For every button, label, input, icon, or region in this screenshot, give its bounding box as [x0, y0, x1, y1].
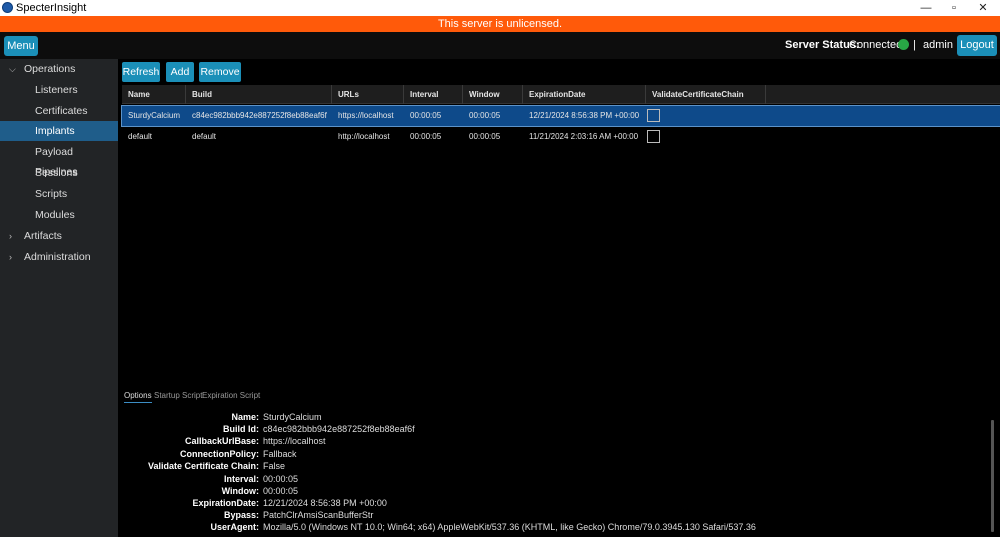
detail-value: 12/21/2024 8:56:38 PM +00:00: [263, 498, 387, 508]
chevron-right-icon: ›: [9, 231, 12, 241]
detail-value: 00:00:05: [263, 474, 299, 484]
column-header-build[interactable]: Build: [186, 85, 332, 104]
cell-interval: 00:00:05: [410, 111, 442, 120]
license-banner: This server is unlicensed.: [0, 16, 1000, 32]
detail-value: SturdyCalcium: [263, 412, 322, 422]
detail-value: Mozilla/5.0 (Windows NT 10.0; Win64; x64…: [263, 522, 756, 532]
tab-expiration-script[interactable]: Expiration Script: [202, 391, 260, 400]
cell-window: 00:00:05: [469, 132, 501, 141]
detail-key: CallbackUrlBase:: [184, 436, 259, 446]
sidebar-item-label: Sessions: [35, 167, 78, 179]
detail-key: Build Id:: [223, 424, 259, 434]
detail-value: c84ec982bbb942e887252f8eb88eaf6f: [263, 424, 415, 434]
detail-value: 00:00:05: [263, 486, 299, 496]
sidebar: ⌵ Operations Listeners Certificates Impl…: [0, 59, 118, 537]
validate-certificate-chain-checkbox[interactable]: [647, 130, 660, 143]
column-header-interval[interactable]: Interval: [404, 85, 463, 104]
sidebar-item-scripts[interactable]: Scripts: [0, 184, 118, 204]
detail-key: Validate Certificate Chain:: [147, 461, 259, 471]
cell-interval: 00:00:05: [410, 132, 442, 141]
table-row[interactable]: SturdyCalcium c84ec982bbb942e887252f8eb8…: [121, 105, 1000, 127]
sidebar-item-label: Scripts: [35, 188, 68, 200]
server-status-value: Connected: [849, 39, 903, 51]
implants-grid-header: Name Build URLs Interval Window Expirati…: [122, 85, 1000, 104]
detail-value: False: [263, 461, 286, 471]
refresh-button[interactable]: Refresh: [122, 62, 160, 82]
detail-key: UserAgent:: [210, 522, 259, 532]
table-row[interactable]: default default http://localhost 00:00:0…: [122, 127, 1000, 147]
sidebar-item-certificates[interactable]: Certificates: [0, 101, 118, 121]
cell-name: default: [128, 132, 153, 141]
cell-name: SturdyCalcium: [128, 111, 181, 120]
sidebar-item-label: Certificates: [35, 105, 88, 117]
close-button[interactable]: ✕: [976, 1, 990, 15]
chevron-down-icon: ⌵: [9, 64, 16, 74]
detail-key: ExpirationDate:: [192, 498, 259, 508]
top-bar: Menu Server Status: Connected | admin Lo…: [0, 32, 1000, 59]
status-indicator-icon: [898, 39, 909, 50]
add-button[interactable]: Add: [166, 62, 194, 82]
tab-options[interactable]: Options: [124, 391, 152, 403]
cell-urls: http://localhost: [338, 132, 390, 141]
sidebar-item-modules[interactable]: Modules: [0, 205, 118, 225]
sidebar-group-label: Operations: [24, 63, 76, 75]
remove-button[interactable]: Remove: [199, 62, 241, 82]
column-header-name[interactable]: Name: [122, 85, 186, 104]
column-header-expiration-date[interactable]: ExpirationDate: [523, 85, 646, 104]
sidebar-item-label: Modules: [35, 209, 75, 221]
sidebar-group-administration[interactable]: › Administration: [0, 247, 118, 267]
cell-window: 00:00:05: [469, 111, 501, 120]
detail-key: Bypass:: [223, 510, 259, 520]
window-title: SpecterInsight: [16, 2, 87, 14]
detail-key: Name:: [231, 412, 259, 422]
tab-startup-script[interactable]: Startup Script: [154, 391, 202, 400]
sidebar-item-implants[interactable]: Implants: [0, 121, 118, 141]
details-scrollbar[interactable]: [991, 420, 994, 532]
chevron-right-icon: ›: [9, 252, 12, 262]
cell-build: default: [192, 132, 217, 141]
logout-button[interactable]: Logout: [957, 35, 997, 56]
app-logo-icon: [2, 2, 13, 13]
cell-build: c84ec982bbb942e887252f8eb88eaf6f: [192, 111, 327, 120]
column-header-window[interactable]: Window: [463, 85, 523, 104]
detail-key: Interval:: [223, 474, 259, 484]
status-separator: |: [913, 39, 916, 51]
restore-button[interactable]: ▫: [947, 1, 961, 15]
column-header-urls[interactable]: URLs: [332, 85, 404, 104]
detail-key: Window:: [221, 486, 259, 496]
sidebar-item-payload-pipelines[interactable]: Payload Pipelines: [0, 142, 118, 178]
sidebar-item-label: Listeners: [35, 84, 78, 96]
sidebar-item-label: Implants: [35, 125, 75, 137]
menu-button[interactable]: Menu: [4, 36, 38, 56]
sidebar-item-listeners[interactable]: Listeners: [0, 80, 118, 100]
window-titlebar: SpecterInsight — ▫ ✕: [0, 0, 1000, 16]
detail-value: https://localhost: [263, 436, 326, 446]
current-user: admin: [923, 39, 953, 51]
validate-certificate-chain-checkbox[interactable]: [647, 109, 660, 122]
cell-urls: https://localhost: [338, 111, 394, 120]
sidebar-group-artifacts[interactable]: › Artifacts: [0, 226, 118, 246]
detail-value: PatchClrAmsiScanBufferStr: [263, 510, 374, 520]
sidebar-item-sessions[interactable]: Sessions: [0, 163, 118, 183]
detail-value: Fallback: [263, 449, 297, 459]
minimize-button[interactable]: —: [919, 1, 933, 15]
sidebar-group-label: Artifacts: [24, 230, 62, 242]
cell-expiration-date: 12/21/2024 8:56:38 PM +00:00: [529, 111, 640, 120]
sidebar-group-label: Administration: [24, 251, 91, 263]
column-header-validate-certificate-chain[interactable]: ValidateCertificateChain: [646, 85, 766, 104]
cell-expiration-date: 11/21/2024 2:03:16 AM +00:00: [529, 132, 639, 141]
sidebar-group-operations[interactable]: ⌵ Operations: [0, 59, 118, 79]
detail-key: ConnectionPolicy:: [179, 449, 259, 459]
